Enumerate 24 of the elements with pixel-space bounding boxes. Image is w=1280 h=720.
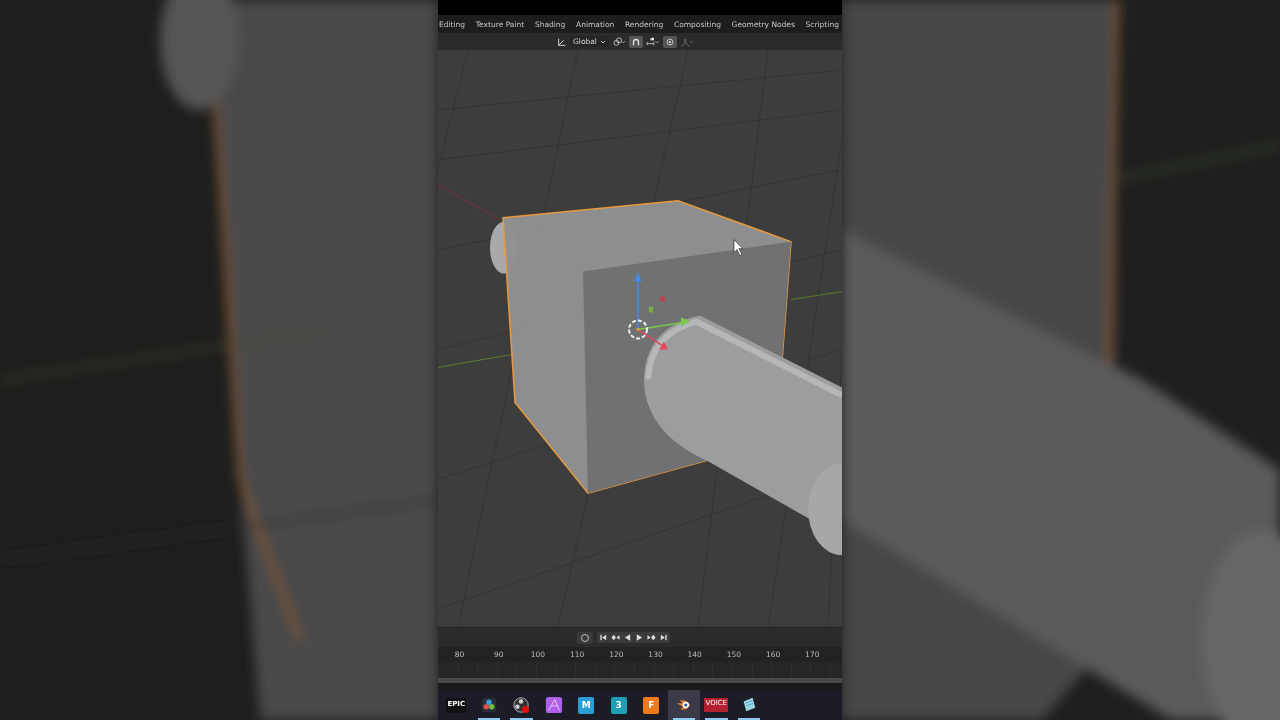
- app-logo-icon: [544, 696, 563, 714]
- next-keyframe-icon[interactable]: [647, 633, 656, 642]
- taskbar-app[interactable]: [667, 690, 700, 720]
- snap-toggle[interactable]: [628, 35, 643, 48]
- y-axis-line: [790, 291, 842, 301]
- link-icon[interactable]: [611, 36, 626, 47]
- app-logo-icon: [479, 696, 498, 714]
- mouse-pointer-icon: [733, 239, 744, 256]
- caret-icon: [599, 39, 606, 44]
- play-icon[interactable]: [635, 633, 644, 642]
- x-axis-line: [438, 184, 501, 221]
- snap-target-icon[interactable]: [645, 36, 660, 47]
- app-logo-icon: [512, 696, 531, 714]
- jump-start-icon[interactable]: [599, 633, 608, 642]
- axes-icon[interactable]: [557, 36, 567, 47]
- jump-end-icon[interactable]: [659, 633, 668, 642]
- 3d-cursor-icon: [628, 319, 648, 340]
- app-logo: 3: [610, 696, 627, 714]
- app-logo: M: [578, 696, 595, 714]
- proportional-editing-toggle[interactable]: [662, 35, 677, 48]
- keyframe-toggle[interactable]: [577, 631, 593, 644]
- app-logo: F: [643, 696, 660, 714]
- previous-keyframe-icon[interactable]: [611, 633, 620, 642]
- play-reverse-icon[interactable]: [623, 633, 632, 642]
